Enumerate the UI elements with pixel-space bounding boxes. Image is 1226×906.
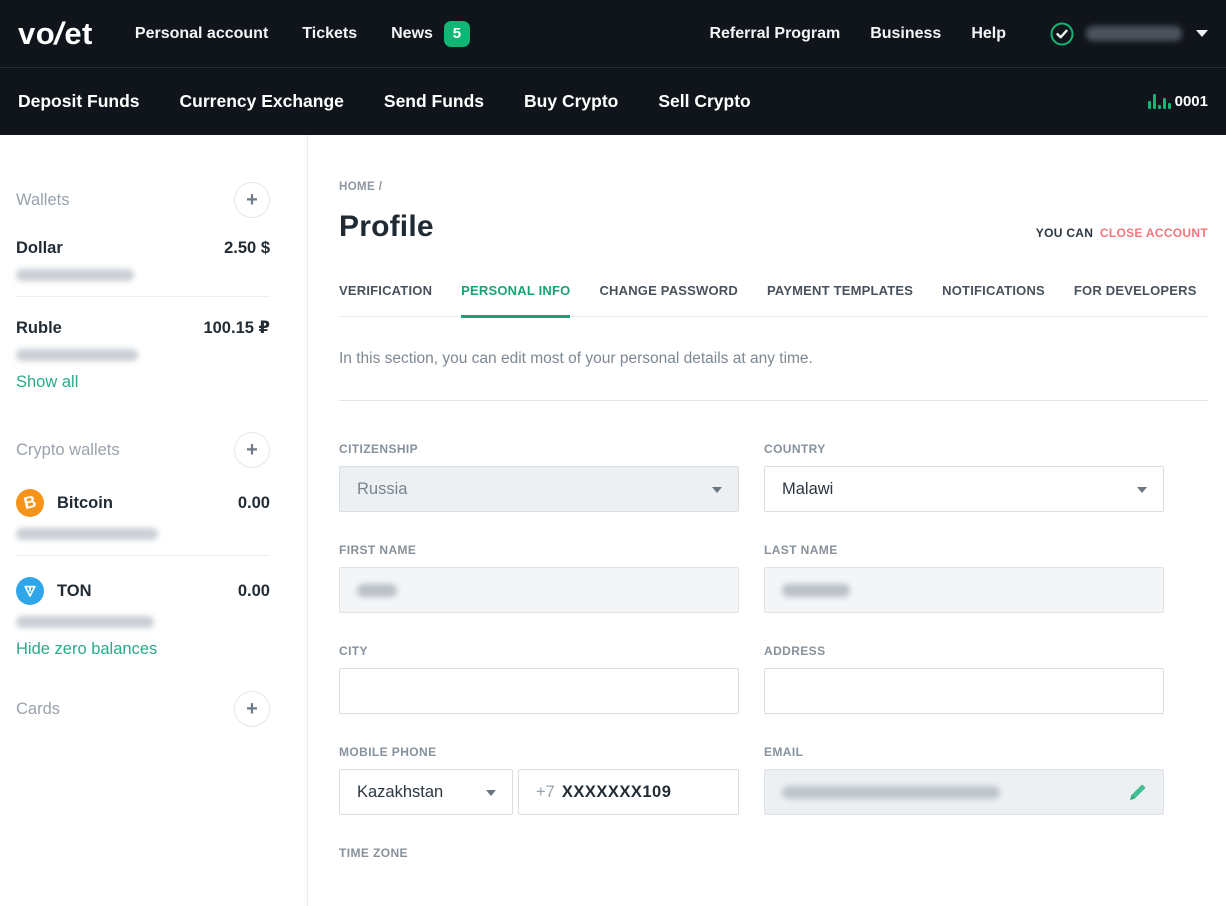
plus-icon: + xyxy=(246,699,258,719)
stats-bars-icon xyxy=(1148,94,1171,109)
email-field xyxy=(764,769,1164,815)
country-select[interactable]: Malawi xyxy=(764,466,1164,512)
you-can-label: YOU CAN xyxy=(1036,226,1093,240)
chevron-down-icon xyxy=(1196,30,1208,37)
profile-tabs: VERIFICATION PERSONAL INFO CHANGE PASSWO… xyxy=(339,283,1208,317)
email-label: EMAIL xyxy=(764,745,1164,759)
nav-business[interactable]: Business xyxy=(870,25,941,43)
nav-sell-crypto[interactable]: Sell Crypto xyxy=(658,91,750,112)
wallet-address-redacted xyxy=(16,528,158,540)
chevron-down-icon xyxy=(486,790,496,796)
citizenship-label: CITIZENSHIP xyxy=(339,442,739,456)
top-header: vo/et Personal account Tickets News5 Ref… xyxy=(0,0,1226,67)
show-all-link[interactable]: Show all xyxy=(16,373,78,392)
chevron-down-icon xyxy=(1137,487,1147,493)
nav-help[interactable]: Help xyxy=(971,25,1006,43)
top-nav-right: Referral Program Business Help xyxy=(709,22,1208,46)
wallet-row-ton[interactable]: TON 0.00 xyxy=(16,577,270,605)
last-name-redacted xyxy=(782,584,850,597)
wallets-section-title: Wallets xyxy=(16,191,69,210)
account-name-redacted xyxy=(1086,26,1182,41)
divider xyxy=(16,555,270,556)
city-input[interactable] xyxy=(339,668,739,714)
pencil-icon[interactable] xyxy=(1125,781,1149,805)
tab-for-developers[interactable]: FOR DEVELOPERS xyxy=(1074,283,1197,316)
wallet-row-bitcoin[interactable]: B Bitcoin 0.00 xyxy=(16,489,270,517)
account-stats[interactable]: 0001 xyxy=(1148,94,1208,109)
chevron-down-icon xyxy=(712,487,722,493)
first-name-field xyxy=(339,567,739,613)
nav-tickets[interactable]: Tickets xyxy=(302,25,357,43)
section-description: In this section, you can edit most of yo… xyxy=(339,350,1208,368)
add-card-button[interactable]: + xyxy=(234,691,270,727)
ton-icon xyxy=(16,577,44,605)
volet-logo[interactable]: vo/et xyxy=(18,16,93,52)
tab-personal-info[interactable]: PERSONAL INFO xyxy=(461,283,570,318)
nav-send-funds[interactable]: Send Funds xyxy=(384,91,484,112)
nav-personal-account[interactable]: Personal account xyxy=(135,25,268,43)
nav-deposit-funds[interactable]: Deposit Funds xyxy=(18,91,140,112)
bitcoin-icon: B xyxy=(16,489,44,517)
divider xyxy=(16,296,270,297)
account-menu[interactable] xyxy=(1050,22,1208,46)
last-name-label: LAST NAME xyxy=(764,543,1164,557)
wallet-row-ruble[interactable]: Ruble 100.15 ₽ xyxy=(16,318,270,338)
nav-referral-program[interactable]: Referral Program xyxy=(709,25,840,43)
wallet-balance: 0.00 xyxy=(238,582,270,601)
address-label: ADDRESS xyxy=(764,644,1164,658)
tab-payment-templates[interactable]: PAYMENT TEMPLATES xyxy=(767,283,913,316)
plus-icon: + xyxy=(246,440,258,460)
city-label: CITY xyxy=(339,644,739,658)
phone-number-input[interactable]: +7 XXXXXXX109 xyxy=(518,769,739,815)
wallet-address-redacted xyxy=(16,616,154,628)
nav-buy-crypto[interactable]: Buy Crypto xyxy=(524,91,618,112)
wallet-balance: 100.15 ₽ xyxy=(203,318,270,338)
first-name-label: FIRST NAME xyxy=(339,543,739,557)
news-count-badge: 5 xyxy=(444,21,470,47)
wallet-balance: 2.50 $ xyxy=(224,239,270,258)
wallet-sidebar: Wallets + Dollar 2.50 $ Ruble 100.15 ₽ S… xyxy=(0,135,308,906)
email-redacted xyxy=(782,786,1000,799)
wallet-row-dollar[interactable]: Dollar 2.50 $ xyxy=(16,239,270,258)
tab-notifications[interactable]: NOTIFICATIONS xyxy=(942,283,1045,316)
tab-change-password[interactable]: CHANGE PASSWORD xyxy=(599,283,738,316)
divider xyxy=(339,400,1208,401)
nav-currency-exchange[interactable]: Currency Exchange xyxy=(180,91,344,112)
nav-news[interactable]: News5 xyxy=(391,21,470,47)
verified-check-icon xyxy=(1050,22,1074,46)
first-name-redacted xyxy=(357,584,397,597)
wallet-account-redacted xyxy=(16,349,138,361)
hide-zero-balances-link[interactable]: Hide zero balances xyxy=(16,640,157,659)
tab-verification[interactable]: VERIFICATION xyxy=(339,283,432,316)
last-name-field xyxy=(764,567,1164,613)
action-nav: Deposit Funds Currency Exchange Send Fun… xyxy=(0,67,1226,135)
close-account-link[interactable]: CLOSE ACCOUNT xyxy=(1100,226,1208,240)
address-input[interactable] xyxy=(764,668,1164,714)
stats-value: 0001 xyxy=(1175,94,1208,109)
add-crypto-wallet-button[interactable]: + xyxy=(234,432,270,468)
country-label: COUNTRY xyxy=(764,442,1164,456)
profile-main: HOME / Profile YOU CAN CLOSE ACCOUNT VER… xyxy=(308,135,1226,906)
page-title: Profile xyxy=(339,210,434,244)
phone-country-select[interactable]: Kazakhstan xyxy=(339,769,513,815)
close-account-area: YOU CAN CLOSE ACCOUNT xyxy=(1036,226,1208,244)
phone-prefix: +7 xyxy=(536,783,555,802)
citizenship-select[interactable]: Russia xyxy=(339,466,739,512)
wallet-balance: 0.00 xyxy=(238,494,270,513)
timezone-label: TIME ZONE xyxy=(339,846,739,860)
add-wallet-button[interactable]: + xyxy=(234,182,270,218)
wallet-account-redacted xyxy=(16,269,134,281)
plus-icon: + xyxy=(246,190,258,210)
breadcrumb[interactable]: HOME / xyxy=(339,181,1208,193)
top-nav: Personal account Tickets News5 xyxy=(135,21,470,47)
phone-number: XXXXXXX109 xyxy=(562,783,672,802)
crypto-section-title: Crypto wallets xyxy=(16,441,120,460)
mobile-phone-label: MOBILE PHONE xyxy=(339,745,739,759)
cards-section-title: Cards xyxy=(16,700,60,719)
personal-info-form: CITIZENSHIP Russia COUNTRY Malawi FIRST … xyxy=(339,442,1208,860)
